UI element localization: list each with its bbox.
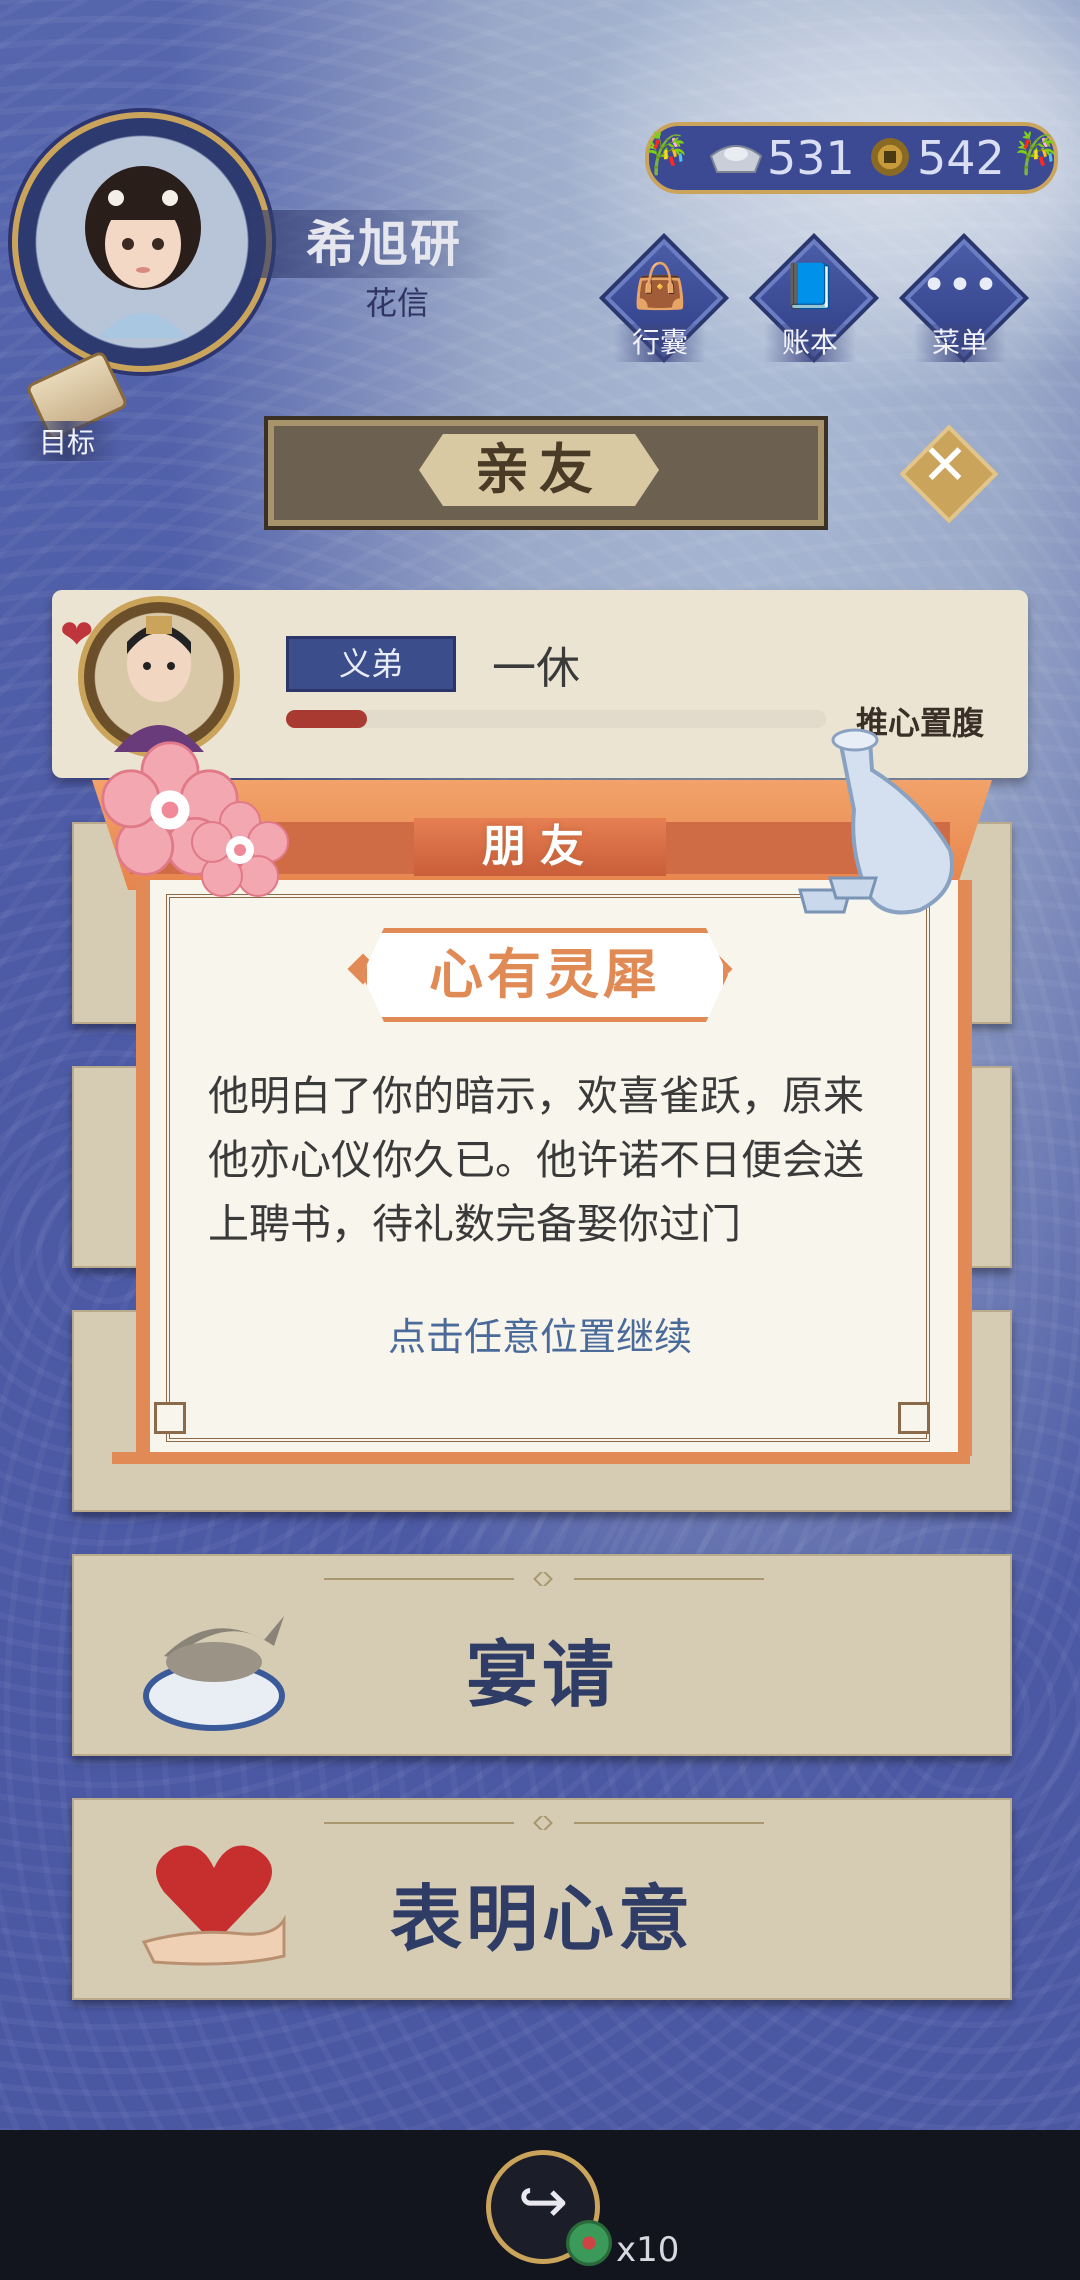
player-name: 希旭研 xyxy=(250,210,510,278)
title-plate: 亲友 xyxy=(268,420,824,526)
avatar-portrait xyxy=(85,166,201,338)
ledger-icon: 📘 xyxy=(782,261,838,312)
currency-bar: 🎋 531 542 🎋 xyxy=(641,122,1061,194)
copper-coin-icon xyxy=(871,138,909,176)
friend-tag: 义弟 xyxy=(286,636,456,692)
confess-label: 表明心意 xyxy=(389,1877,694,1961)
modal-heading: 心有灵犀 xyxy=(362,928,728,1022)
affinity-fill xyxy=(286,710,367,728)
close-button[interactable]: ✕ xyxy=(899,424,999,524)
bag-icon: 👜 xyxy=(632,261,688,312)
friend-portrait xyxy=(114,616,204,752)
friend-avatar xyxy=(78,596,240,758)
affinity-bar xyxy=(286,710,826,728)
frame-corner xyxy=(898,1402,930,1434)
continue-hint[interactable]: 点击任意位置继续 xyxy=(0,1306,1080,1361)
frame-corner xyxy=(154,1402,186,1434)
wine-bottle-icon xyxy=(798,728,954,915)
bamboo-right-icon: 🎋 xyxy=(1011,131,1061,177)
banquet-button[interactable]: 宴请 xyxy=(72,1554,1012,1756)
ornament-divider xyxy=(324,1572,764,1586)
coin-amount: 542 xyxy=(917,131,1005,185)
bag-button[interactable]: 👜 行囊 xyxy=(598,232,730,364)
banquet-label: 宴请 xyxy=(465,1633,618,1717)
silver-ingot-icon xyxy=(709,145,763,173)
goal-button[interactable]: 目标 xyxy=(12,349,130,461)
confess-button[interactable]: 表明心意 xyxy=(72,1798,1012,2000)
friend-name: 一休 xyxy=(492,643,580,694)
bag-label: 行囊 xyxy=(614,324,706,362)
silver-amount: 531 xyxy=(767,131,855,185)
modal-bottom-edge xyxy=(112,1452,970,1464)
more-icon: ••• xyxy=(921,260,999,311)
menu-button[interactable]: ••• 菜单 xyxy=(898,232,1030,364)
share-reward-count: x10 xyxy=(616,2230,680,2270)
close-icon: ✕ xyxy=(921,433,969,498)
menu-label: 菜单 xyxy=(914,324,1006,362)
page-title: 亲友 xyxy=(419,434,659,506)
modal-header-title: 朋友 xyxy=(414,818,666,876)
ornament-divider xyxy=(324,1816,764,1830)
heart-icon: ❤ xyxy=(60,612,94,658)
cherry-blossom-icon xyxy=(190,800,290,900)
bamboo-left-icon: 🎋 xyxy=(641,131,691,177)
goal-label: 目标 xyxy=(12,421,122,461)
jade-token-icon xyxy=(566,2220,612,2266)
player-subtitle: 花信 xyxy=(365,284,430,322)
ledger-label: 账本 xyxy=(764,324,856,362)
modal-message: 他明白了你的暗示，欢喜雀跃，原来他亦心仪你久已。他许诺不日便会送上聘书，待礼数完… xyxy=(208,1072,864,1248)
player-avatar[interactable] xyxy=(12,112,272,372)
ledger-button[interactable]: 📘 账本 xyxy=(748,232,880,364)
